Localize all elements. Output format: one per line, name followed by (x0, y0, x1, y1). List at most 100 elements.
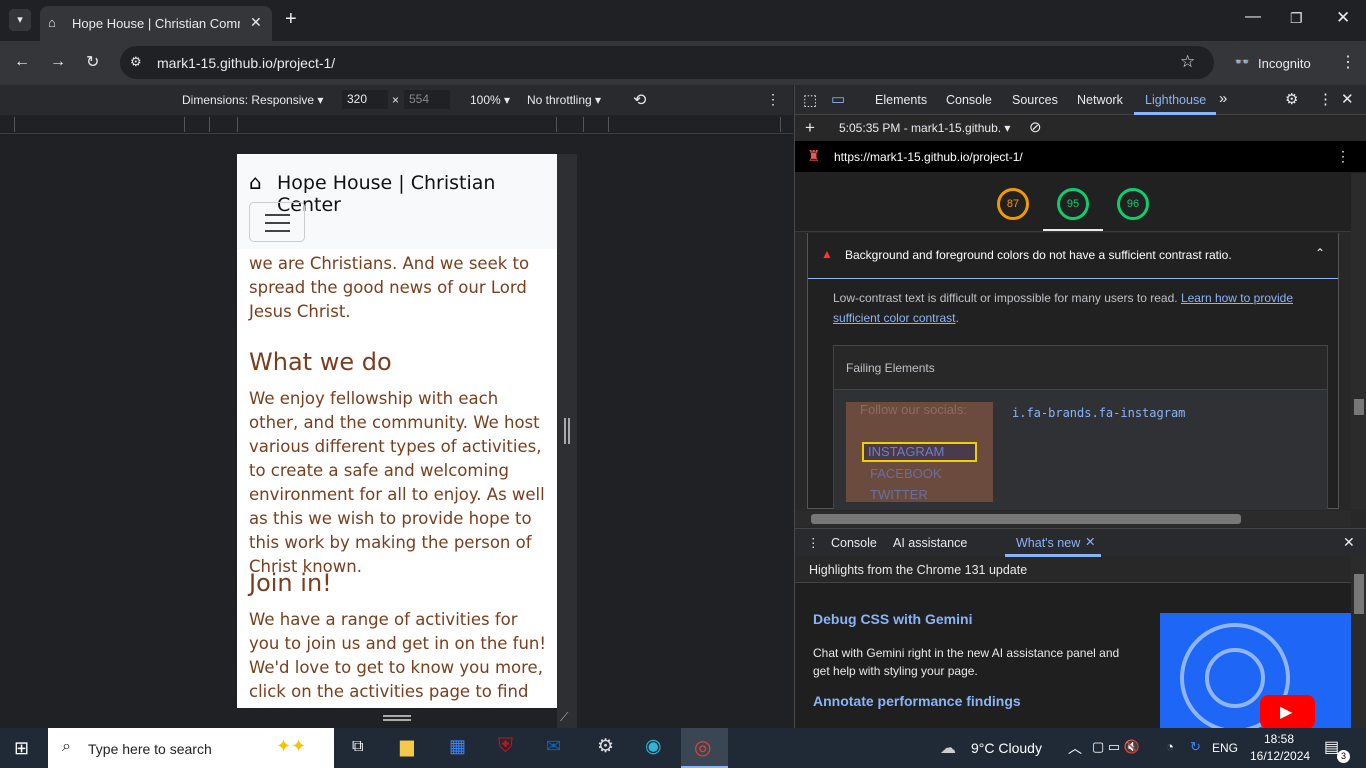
resize-corner-icon[interactable]: ⟋ (560, 710, 568, 725)
score-performance[interactable]: 87 (997, 188, 1029, 220)
address-bar[interactable]: ⚙ mark1-15.github.io/project-1/ ☆ (120, 46, 1214, 79)
file-explorer-icon[interactable]: ▆ (400, 736, 414, 757)
width-input[interactable]: 320 (342, 90, 388, 109)
audit-header[interactable]: ▲ Background and foreground colors do no… (808, 233, 1338, 279)
drawer-scrollbar[interactable] (1351, 556, 1366, 728)
forward-icon[interactable]: → (50, 53, 66, 71)
outlook-icon[interactable]: ✉ (546, 736, 561, 757)
element-selector[interactable]: i.fa-brands.fa-instagram (1012, 406, 1185, 420)
wifi-icon[interactable]: ◔ (1166, 739, 1174, 754)
site-info-icon[interactable]: ⚙ (130, 54, 142, 70)
chrome-icon: ◎ (694, 737, 712, 759)
report-select[interactable]: 5:05:35 PM - mark1-15.github. ▾ (839, 121, 1010, 135)
annotate-link[interactable]: Annotate performance findings (813, 693, 1021, 709)
tab-sources[interactable]: Sources (1012, 93, 1058, 107)
device-toggle-icon[interactable]: ▭ (831, 90, 845, 108)
resize-bottom-handle[interactable] (383, 715, 411, 721)
tray-icons[interactable]: ▢ ▭ 🔇 (1092, 739, 1140, 755)
dimensions-label: Dimensions: Responsive (182, 93, 315, 107)
video-thumbnail[interactable]: ▶ (1160, 613, 1351, 728)
menu-icon[interactable]: ⋮ (1340, 52, 1356, 72)
settings-icon[interactable]: ⚙ (1285, 90, 1298, 108)
close-drawer-icon[interactable]: ✕ (1343, 534, 1355, 551)
restore-icon[interactable]: ❐ (1290, 10, 1303, 27)
navbar-toggler[interactable] (249, 202, 305, 242)
clock-date[interactable]: 16/12/2024 (1250, 749, 1310, 763)
minimize-icon[interactable]: — (1245, 8, 1261, 26)
zoom-select[interactable]: 100% ▾ (470, 93, 510, 107)
lighthouse-icon: ♜ (807, 148, 821, 165)
browser-tab[interactable]: ⌂ Hope House | Christian Commu ✕ (40, 6, 272, 41)
edge-icon[interactable]: ◉ (645, 735, 662, 758)
emulated-page: do but with one difference, that is, we … (237, 154, 557, 708)
devtools-menu-icon[interactable]: ⋮ (1318, 90, 1333, 108)
weather-icon[interactable]: ☁ (940, 738, 956, 758)
drawer-tabbar: ⋮ Console AI assistance What's new ✕ ✕ (795, 528, 1366, 557)
dimensions-select[interactable]: Dimensions: Responsive ▾ (182, 93, 323, 107)
drawer-tab-whats-new[interactable]: What's new (1016, 536, 1080, 550)
tab-search-button[interactable]: ▾ (9, 9, 31, 31)
tab-network[interactable]: Network (1077, 93, 1123, 107)
audit-title: Background and foreground colors do not … (845, 248, 1232, 262)
new-tab-button[interactable]: + (285, 8, 297, 31)
tab-elements[interactable]: Elements (875, 93, 927, 107)
collapse-icon[interactable]: ⌃ (1315, 246, 1325, 260)
tab-lighthouse[interactable]: Lighthouse (1145, 93, 1206, 107)
task-view-icon[interactable]: ⧉ (352, 738, 363, 756)
throttle-label: No throttling (527, 93, 592, 107)
close-tab-icon[interactable]: ✕ (250, 14, 262, 31)
close-devtools-icon[interactable]: ✕ (1341, 90, 1354, 108)
clock-time[interactable]: 18:58 (1264, 732, 1294, 746)
settings-app-icon[interactable]: ⚙ (597, 735, 614, 758)
report-menu-icon[interactable]: ⋮ (1336, 148, 1350, 165)
site-brand[interactable]: Hope House | Christian Center (277, 172, 557, 216)
url-text: mark1-15.github.io/project-1/ (157, 55, 336, 71)
incognito-indicator[interactable]: 👓 Incognito (1224, 46, 1324, 79)
rotate-icon[interactable]: ⟲ (633, 90, 646, 110)
chrome-taskbar-button[interactable]: ◎ (681, 728, 728, 768)
windows-start-icon[interactable]: ⊞ (14, 738, 29, 759)
device-more-icon[interactable]: ⋮ (766, 91, 780, 108)
drawer-tab-ai[interactable]: AI assistance (893, 536, 967, 550)
clear-icon[interactable]: ⊘ (1029, 118, 1042, 136)
zoom-label: 100% (470, 93, 501, 107)
debug-css-link[interactable]: Debug CSS with Gemini (813, 611, 972, 627)
reload-icon[interactable]: ↻ (86, 52, 99, 72)
tab-console[interactable]: Console (946, 93, 992, 107)
back-icon[interactable]: ← (14, 53, 30, 71)
windows-taskbar: ⊞ ⌕ Type here to search ✦✦ ⧉ ▆ ▦ ⛨ ✉ ⚙ ◉… (0, 728, 1366, 768)
failing-element-row[interactable]: Follow our socials: INSTAGRAM FACEBOOK T… (834, 390, 1327, 510)
weather-text[interactable]: 9°C Cloudy (971, 740, 1042, 756)
new-report-icon[interactable]: + (805, 118, 815, 138)
close-window-icon[interactable]: ✕ (1336, 8, 1350, 28)
score-accessibility[interactable]: 95 (1057, 188, 1089, 220)
drawer-menu-icon[interactable]: ⋮ (807, 535, 820, 550)
inspect-icon[interactable]: ⬚ (803, 91, 817, 109)
fail-triangle-icon: ▲ (821, 247, 833, 261)
store-icon[interactable]: ▦ (449, 736, 466, 757)
more-tabs-icon[interactable]: » (1219, 90, 1227, 107)
drawer-tab-console[interactable]: Console (831, 536, 877, 550)
tab-title: Hope House | Christian Commu (72, 16, 240, 31)
media-query-ruler (0, 115, 793, 134)
audit-desc-text: Low-contrast text is difficult or imposs… (833, 291, 1178, 305)
score-best-practices[interactable]: 96 (1117, 188, 1149, 220)
resize-handle[interactable] (564, 418, 570, 444)
tray-expand-icon[interactable]: ︿ (1068, 738, 1082, 758)
height-input[interactable]: 554 (404, 90, 450, 109)
mcafee-icon[interactable]: ⛨ (498, 735, 513, 758)
what-we-do-heading: What we do (249, 348, 392, 376)
close-whats-new-icon[interactable]: ✕ (1085, 534, 1095, 549)
bookmark-star-icon[interactable]: ☆ (1180, 52, 1195, 72)
house-icon: ⌂ (249, 170, 262, 194)
throttle-select[interactable]: No throttling ▾ (527, 93, 601, 107)
report-scrollbar[interactable] (1351, 173, 1366, 509)
search-highlight-icon: ✦✦ (276, 736, 307, 756)
what-we-do-text: We enjoy fellowship with each other, and… (249, 389, 545, 576)
highlights-header: Highlights from the Chrome 131 update (795, 556, 1351, 583)
horizontal-scrollbar[interactable] (795, 511, 1351, 527)
taskbar-search[interactable]: ⌕ Type here to search ✦✦ (48, 728, 334, 768)
element-thumbnail: Follow our socials: INSTAGRAM FACEBOOK T… (846, 402, 993, 502)
sync-icon[interactable]: ↻ (1190, 739, 1201, 755)
language-indicator[interactable]: ENG (1212, 741, 1238, 755)
